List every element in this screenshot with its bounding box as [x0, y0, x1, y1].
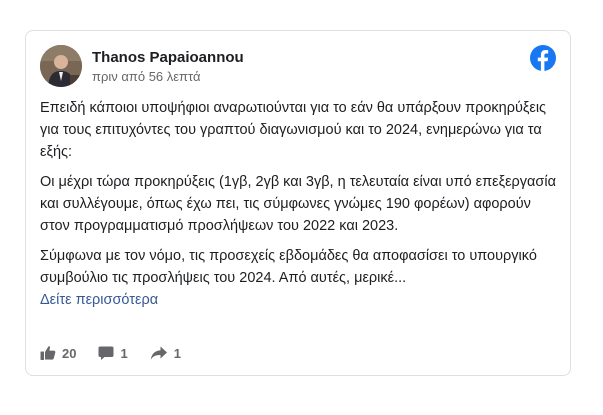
post-timestamp[interactable]: πριν από 56 λεπτά	[92, 69, 201, 84]
post-paragraph-1: Επειδή κάποιοι υποψήφιοι αναρωτιούνται γ…	[40, 100, 547, 160]
author-name[interactable]: Thanos Papaioannou	[92, 49, 244, 66]
avatar[interactable]	[40, 45, 82, 87]
share-stat[interactable]: 1	[150, 345, 181, 361]
see-more-link[interactable]: Δείτε περισσότερα	[40, 289, 562, 311]
post-paragraph-2: Οι μέχρι τώρα προκηρύξεις (1γβ, 2γβ και …	[40, 174, 556, 234]
thumbs-up-icon	[40, 346, 56, 360]
comment-count: 1	[120, 345, 128, 361]
post-body: Επειδή κάποιοι υποψήφιοι αναρωτιούνται γ…	[40, 97, 562, 311]
comment-icon	[98, 346, 114, 360]
avatar-image	[40, 45, 82, 87]
facebook-logo-icon[interactable]	[530, 45, 556, 71]
like-count: 20	[62, 345, 77, 361]
post-paragraph-3: Σύμφωνα με τον νόμο, τις προσεχείς εβδομ…	[40, 248, 537, 286]
share-count: 1	[173, 345, 181, 361]
like-stat[interactable]: 20	[40, 345, 76, 361]
post-footer: 20 1 1	[40, 343, 203, 363]
post-header: Thanos Papaioannou πριν από 56 λεπτά	[40, 45, 556, 89]
share-arrow-icon	[150, 346, 167, 360]
comment-stat[interactable]: 1	[98, 345, 128, 361]
post-card: Thanos Papaioannou πριν από 56 λεπτά Επε…	[25, 30, 571, 376]
